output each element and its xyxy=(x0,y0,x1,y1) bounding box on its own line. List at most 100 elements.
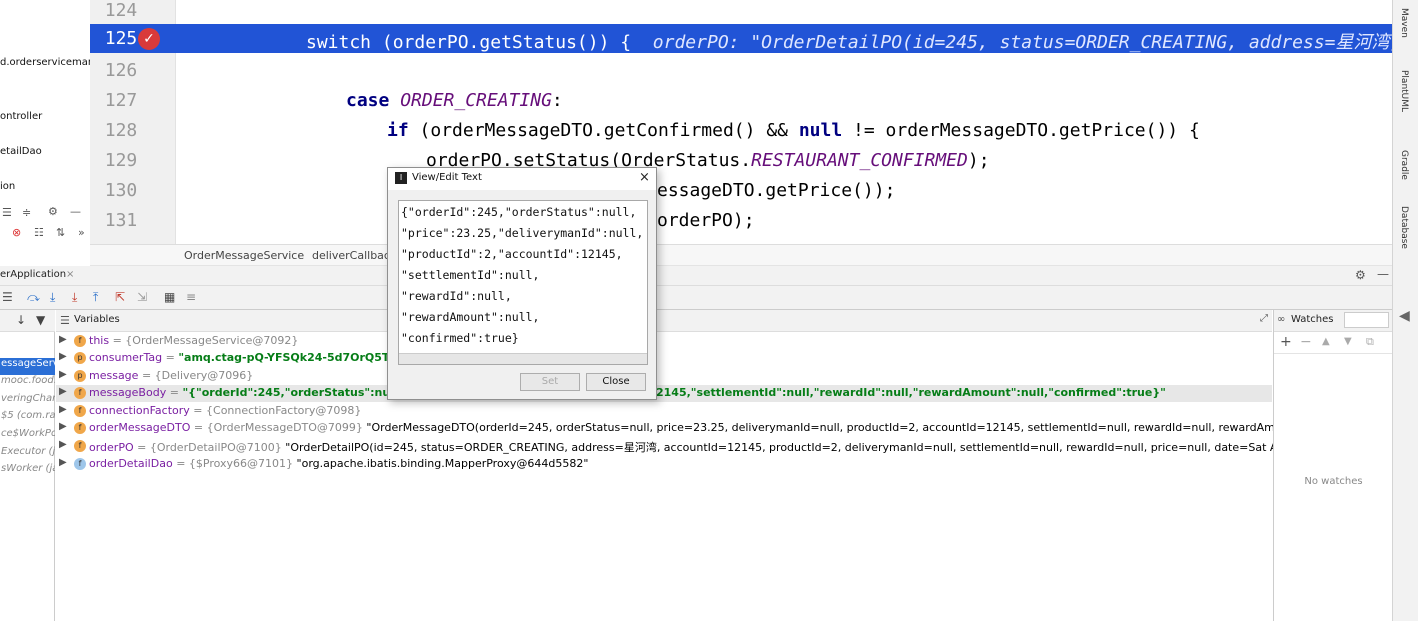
step-over-icon[interactable]: ⤓ xyxy=(50,290,55,305)
expand-arrow-icon[interactable]: ▶ xyxy=(59,386,67,397)
layout-icon[interactable]: ☰ xyxy=(2,290,13,304)
breadcrumb-item[interactable]: deliverCallback xyxy=(312,249,396,262)
breakpoint-icon[interactable]: ✓ xyxy=(138,28,160,50)
minimize-icon[interactable]: — xyxy=(1377,267,1389,281)
filter-icon[interactable]: ▼ xyxy=(36,313,45,327)
move-up-icon[interactable]: ▲ xyxy=(1322,336,1330,347)
variable-row[interactable]: ▶ f connectionFactory = {ConnectionFacto… xyxy=(56,403,1272,420)
tree-item[interactable]: ion xyxy=(0,181,15,192)
variable-row[interactable]: ▶ f orderPO = {OrderDetailPO@7100} "Orde… xyxy=(56,438,1418,455)
tree-item[interactable]: ontroller xyxy=(0,111,42,122)
variable-row[interactable]: ▶ f orderDetailDao = {$Proxy66@7101} "or… xyxy=(56,456,1272,473)
evaluate-expression-icon[interactable]: ▦ xyxy=(164,290,175,304)
field-icon: f xyxy=(74,387,86,399)
mute-breakpoints-icon[interactable]: ⊗ xyxy=(12,226,21,239)
plantuml-tab[interactable]: PlantUML xyxy=(1399,70,1409,112)
line-number: 126 xyxy=(104,60,138,81)
variable-row[interactable]: ▶ p consumerTag = "amq.ctag-pQ-YFSQk24-5… xyxy=(56,350,1272,367)
frame-item[interactable]: Executor (ja xyxy=(0,446,55,463)
expand-arrow-icon[interactable]: ▶ xyxy=(59,334,67,345)
expand-arrow-icon[interactable]: ▶ xyxy=(59,404,67,415)
step-out-icon[interactable]: ⤒ xyxy=(93,290,98,305)
frames-toolbar: ↓ ▼ xyxy=(0,310,55,332)
variable-row[interactable]: ▶ f orderMessageDTO = {OrderMessageDTO@7… xyxy=(56,420,1418,437)
code-line-127: case ORDER_CREATING: xyxy=(346,90,563,111)
field-icon: f xyxy=(74,335,86,347)
debug-toolbar: ☰ ⤼ ⤓ ⤓ ⤒ ⇱ ⇲ ▦ ≡ xyxy=(0,286,1392,310)
maven-tab[interactable]: Maven xyxy=(1399,8,1409,38)
text-area[interactable]: {"orderId":245,"orderStatus":null, "pric… xyxy=(398,200,648,365)
code-line-131: orderPO); xyxy=(657,210,755,231)
gradle-tab[interactable]: Gradle xyxy=(1399,150,1409,180)
execution-line: 125 switch (orderPO.getStatus()) { order… xyxy=(90,24,1418,53)
app-icon: I xyxy=(395,172,407,184)
set-button[interactable]: Set xyxy=(520,373,580,391)
close-button[interactable]: Close xyxy=(586,373,646,391)
frame-item[interactable]: veringChan xyxy=(0,393,55,410)
breadcrumb-item[interactable]: OrderMessageService xyxy=(184,249,304,262)
expand-arrow-icon[interactable]: ▶ xyxy=(59,439,67,450)
frame-item[interactable]: sWorker (ja xyxy=(0,463,55,480)
dialog-titlebar: I View/Edit Text × xyxy=(388,168,656,190)
variable-row[interactable]: ▶ p message = {Delivery@7096} xyxy=(56,368,1272,385)
restore-icon[interactable]: ⤢ xyxy=(1260,313,1268,324)
variable-row[interactable]: ▶ f messageBody = "{"orderId":245,"order… xyxy=(56,385,1272,402)
gear-icon[interactable]: ⚙ xyxy=(1355,268,1366,282)
collapse-all-icon[interactable]: ☰ xyxy=(2,206,12,219)
field-icon: f xyxy=(74,458,86,470)
variable-row[interactable]: ▶ f this = {OrderMessageService@7092} xyxy=(56,333,1272,350)
expand-arrow-icon[interactable]: ▶ xyxy=(59,351,67,362)
database-tab[interactable]: Database xyxy=(1399,206,1409,249)
move-down-icon[interactable]: ▼ xyxy=(1344,336,1352,347)
trace-icon[interactable]: ≡ xyxy=(186,290,196,304)
frame-item[interactable]: $5 (com.rai xyxy=(0,410,55,427)
variables-title: Variables xyxy=(74,314,120,325)
run-config-tab[interactable]: erApplication xyxy=(0,269,66,280)
expand-icon[interactable]: ≑ xyxy=(22,206,31,219)
watches-header: ∞ Watches xyxy=(1274,310,1393,332)
line-number: 130 xyxy=(104,180,138,201)
watches-title: Watches xyxy=(1291,314,1334,325)
tree-item[interactable]: etailDao xyxy=(0,146,42,157)
frame-item[interactable]: ce$WorkPo xyxy=(0,428,55,445)
code-line-125: switch (orderPO.getStatus()) { orderPO: … xyxy=(306,32,1418,53)
layout-icon[interactable]: ☷ xyxy=(34,226,44,239)
tree-item[interactable]: d.orderserviceman xyxy=(0,57,94,68)
dialog-title: View/Edit Text xyxy=(412,172,482,183)
minimize-icon[interactable]: — xyxy=(70,205,81,218)
drop-frame-icon[interactable]: ⇱ xyxy=(115,290,125,304)
watches-filter-field[interactable] xyxy=(1344,312,1389,328)
more-icon[interactable]: » xyxy=(78,226,85,239)
project-tree: d.orderserviceman ontroller etailDao ion… xyxy=(0,0,94,244)
frames-panel: ↓ ▼ essageServic mooc.food. veringChan $… xyxy=(0,310,55,621)
frame-item[interactable]: mooc.food. xyxy=(0,375,55,392)
debug-tool-window-header: erApplication × ⚙ — xyxy=(0,266,1392,286)
show-execution-point-icon[interactable]: ⤼ xyxy=(27,290,40,305)
add-watch-icon[interactable]: + xyxy=(1280,334,1292,350)
close-icon[interactable]: × xyxy=(639,170,650,185)
step-into-icon[interactable]: ⤓ xyxy=(72,290,77,305)
expand-arrow-icon[interactable]: ▶ xyxy=(59,457,67,468)
close-tab-icon[interactable]: × xyxy=(66,269,74,280)
remove-watch-icon[interactable]: − xyxy=(1300,334,1312,350)
copy-icon[interactable]: ⧉ xyxy=(1366,335,1374,349)
horizontal-scrollbar[interactable] xyxy=(399,353,647,364)
text-line: "rewardId":null, xyxy=(401,289,512,303)
run-to-cursor-icon[interactable]: ⇲ xyxy=(137,290,147,304)
message-body-value-tail: 2145,"settlementId":null,"rewardId":null… xyxy=(656,386,1166,399)
line-number: 124 xyxy=(104,0,138,21)
right-tool-strip: Maven PlantUML Gradle Database ◀ xyxy=(1392,0,1418,621)
arrow-down-icon[interactable]: ↓ xyxy=(16,313,26,327)
collapse-arrow-icon[interactable]: ◀ xyxy=(1399,308,1410,324)
panel-icon: ☰ xyxy=(60,314,70,327)
text-line: {"orderId":245,"orderStatus":null, xyxy=(401,205,637,219)
breadcrumb: OrderMessageService › deliverCallback xyxy=(90,244,1392,266)
expand-arrow-icon[interactable]: ▶ xyxy=(59,421,67,432)
watches-panel: ∞ Watches + − ▲ ▼ ⧉ No watches xyxy=(1273,310,1393,621)
settings-icon[interactable]: ⇅ xyxy=(56,226,65,239)
expand-arrow-icon[interactable]: ▶ xyxy=(59,369,67,380)
gear-icon[interactable]: ⚙ xyxy=(48,205,58,218)
line-number: 128 xyxy=(104,120,138,141)
frame-item[interactable]: essageServic xyxy=(0,358,55,375)
watches-toolbar: + − ▲ ▼ ⧉ xyxy=(1274,332,1393,354)
